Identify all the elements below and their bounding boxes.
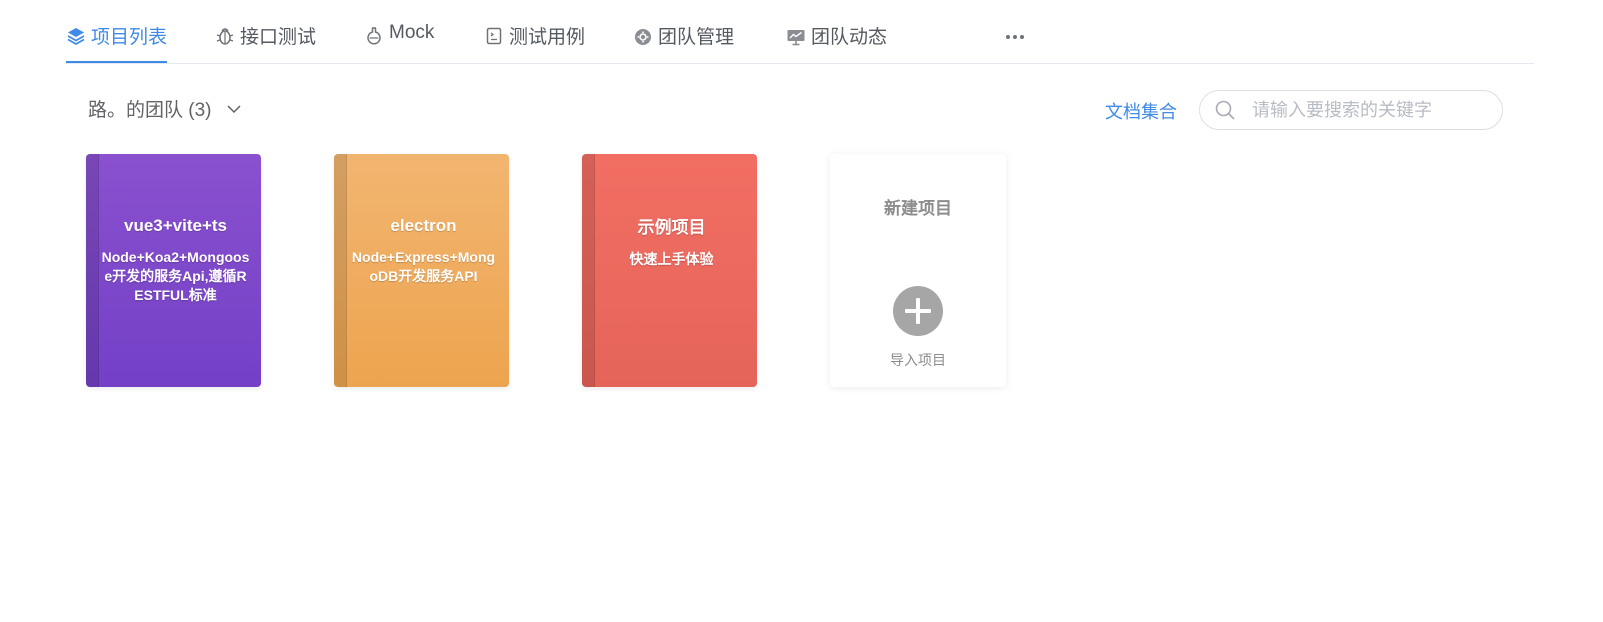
- new-project-title: 新建项目: [884, 199, 952, 218]
- import-project-label[interactable]: 导入项目: [830, 350, 1006, 370]
- team-selector[interactable]: 路。的团队 (3): [88, 95, 242, 122]
- chevron-down-icon: [226, 104, 241, 113]
- tab-project-list[interactable]: 项目列表: [66, 22, 168, 63]
- tab-label: 测试用例: [509, 27, 586, 48]
- document-list-icon: [486, 27, 502, 45]
- project-description: Node+Express+MongoDB开发服务API: [351, 249, 496, 284]
- tab-test-cases[interactable]: 测试用例: [484, 22, 585, 62]
- tab-api-test[interactable]: 接口测试: [215, 22, 316, 62]
- layers-icon: [67, 28, 85, 46]
- tab-label: Mock: [389, 22, 435, 43]
- top-tab-bar: 项目列表 接口测试 Mock 测试用例 团队管理 团队动态: [66, 0, 1534, 64]
- book-spine: [582, 154, 595, 387]
- tab-mock[interactable]: Mock: [364, 22, 434, 62]
- new-project-card[interactable]: 新建项目 导入项目: [830, 154, 1006, 387]
- project-title: vue3+vite+ts: [123, 216, 227, 235]
- tab-label: 团队动态: [811, 27, 888, 48]
- team-selector-label: 路。的团队 (3): [88, 100, 212, 121]
- tab-label: 团队管理: [658, 27, 735, 48]
- more-dots-icon[interactable]: [1004, 26, 1026, 48]
- book-spine: [86, 154, 99, 387]
- book-spine: [334, 154, 347, 387]
- project-description: 快速上手体验: [629, 251, 714, 267]
- tab-team-management[interactable]: 团队管理: [633, 22, 734, 62]
- search-icon: [1215, 100, 1235, 120]
- docs-collection-link[interactable]: 文档集合: [1105, 98, 1177, 124]
- flask-icon: [367, 27, 381, 45]
- project-title: 示例项目: [637, 218, 706, 237]
- bug-icon: [216, 28, 234, 45]
- project-card[interactable]: electron Node+Express+MongoDB开发服务API: [334, 154, 509, 387]
- plus-circle-icon[interactable]: [893, 286, 943, 336]
- project-card[interactable]: 示例项目 快速上手体验: [582, 154, 757, 387]
- search-input[interactable]: [1250, 98, 1494, 122]
- tab-team-activity[interactable]: 团队动态: [786, 22, 887, 62]
- monitor-activity-icon: [787, 30, 805, 46]
- search-box: [1199, 90, 1503, 130]
- project-description: Node+Koa2+Mongoose开发的服务Api,遵循RESTFUL标准: [101, 249, 250, 303]
- project-title: electron: [390, 216, 457, 235]
- project-card[interactable]: vue3+vite+ts Node+Koa2+Mongoose开发的服务Api,…: [86, 154, 261, 387]
- tab-label: 项目列表: [91, 27, 168, 48]
- tab-label: 接口测试: [240, 27, 317, 48]
- team-gear-icon: [635, 29, 651, 45]
